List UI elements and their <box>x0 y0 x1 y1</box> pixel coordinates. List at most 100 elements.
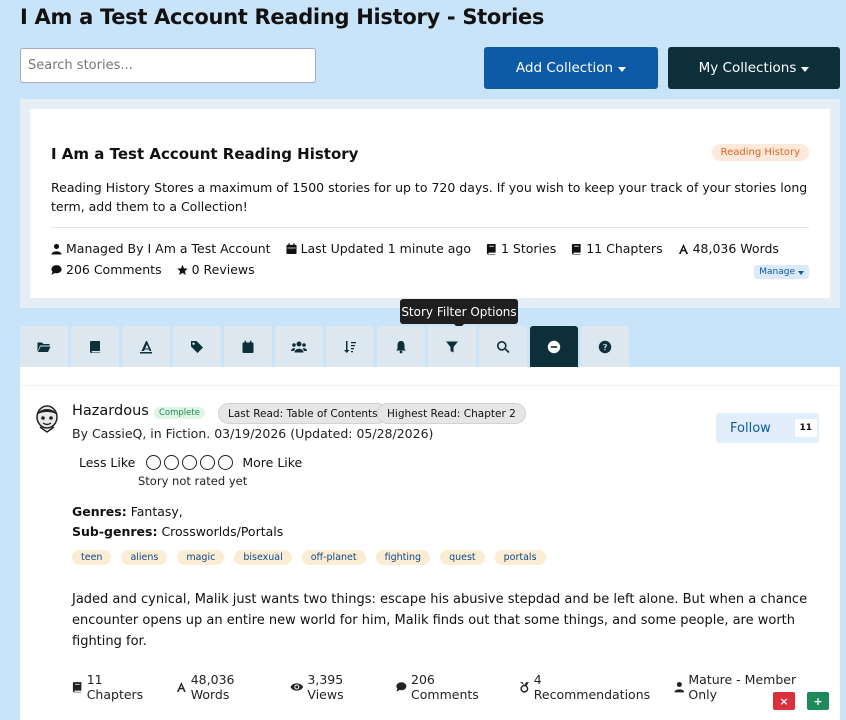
stat-content-rating-text: Mature - Member Only <box>688 672 797 702</box>
tab-search[interactable] <box>479 326 527 367</box>
manage-label: Manage <box>759 267 795 277</box>
tab-quill[interactable] <box>122 326 170 367</box>
last-updated-text: Last Updated 1 minute ago <box>300 241 471 256</box>
book-icon <box>72 682 82 693</box>
words-count-text: 48,036 Words <box>692 241 779 256</box>
highest-read-button[interactable]: Highest Read: Chapter 2 <box>377 403 526 424</box>
search-icon <box>496 340 510 353</box>
tag[interactable]: teen <box>72 550 112 565</box>
genres: Genres: Fantasy, <box>72 504 183 519</box>
reviews-count-text: 0 Reviews <box>191 262 255 277</box>
tags-icon <box>191 340 203 353</box>
follow-label: Follow <box>730 420 771 436</box>
calendar-icon <box>242 340 254 353</box>
tag[interactable]: magic <box>177 550 225 565</box>
tab-folder[interactable] <box>20 326 68 367</box>
rating-note: Story not rated yet <box>138 474 248 488</box>
stories-count-text: 1 Stories <box>500 241 557 256</box>
rating-circle-4[interactable] <box>200 455 216 470</box>
collection-meta-row-2: 206 Comments 0 Reviews <box>51 262 270 277</box>
last-read-button[interactable]: Last Read: Table of Contents <box>218 403 388 424</box>
rating-circle-2[interactable] <box>164 455 180 470</box>
stat-content-rating: Mature - Member Only <box>674 672 825 702</box>
collection-meta-row: Managed By I Am a Test Account Last Upda… <box>51 241 794 256</box>
caret-down-icon <box>798 270 804 275</box>
font-icon <box>176 682 186 692</box>
font-icon <box>678 243 688 254</box>
stat-words-text: 48,036 Words <box>190 672 235 702</box>
more-like-label: More Like <box>242 455 303 470</box>
rating-circle-5[interactable] <box>218 455 234 470</box>
divider <box>51 227 809 228</box>
tab-book[interactable] <box>71 326 119 367</box>
filter-tooltip: Story Filter Options <box>400 299 518 329</box>
book-icon <box>90 340 100 353</box>
folder-icon <box>37 342 51 352</box>
my-collections-button[interactable]: My Collections <box>668 47 840 89</box>
story-stats: 11 Chapters 48,036 Words 3,395 Views 206… <box>72 672 840 702</box>
tab-filter[interactable] <box>428 326 476 367</box>
tab-sort[interactable] <box>326 326 374 367</box>
chapters-count-text: 11 Chapters <box>586 241 663 256</box>
my-collections-label: My Collections <box>698 60 797 76</box>
tab-bell[interactable] <box>377 326 425 367</box>
stat-chapters: 11 Chapters <box>72 672 161 702</box>
tag[interactable]: portals <box>494 550 546 565</box>
genres-value[interactable]: Fantasy, <box>131 504 183 519</box>
eye-icon <box>290 683 303 691</box>
story-toolbar <box>20 326 632 367</box>
collection-card: I Am a Test Account Reading History Read… <box>30 109 830 298</box>
tag[interactable]: fighting <box>375 550 431 565</box>
bell-icon <box>396 340 406 353</box>
comment-icon <box>51 264 62 275</box>
quill-icon <box>140 340 152 353</box>
user-icon <box>51 243 62 254</box>
caret-down-icon <box>801 66 810 72</box>
stat-recommendations-text: 4 Recommendations <box>533 672 651 702</box>
add-story-button[interactable]: + <box>807 692 829 710</box>
words-count: 48,036 Words <box>678 241 779 256</box>
stat-words: 48,036 Words <box>176 672 275 702</box>
tag[interactable]: bisexual <box>234 550 292 565</box>
tag[interactable]: off-planet <box>301 550 366 565</box>
search-input[interactable] <box>20 48 316 83</box>
avatar[interactable] <box>35 405 59 433</box>
rating-circle-1[interactable] <box>146 455 162 470</box>
subgenres: Sub-genres: Crossworlds/Portals <box>72 524 283 539</box>
stat-recommendations: 4 Recommendations <box>519 672 659 702</box>
managed-by: Managed By I Am a Test Account <box>51 241 271 256</box>
tab-help[interactable] <box>581 326 629 367</box>
manage-button[interactable]: Manage <box>754 265 809 279</box>
tag[interactable]: quest <box>440 550 485 565</box>
tab-tags[interactable] <box>173 326 221 367</box>
story-title-link[interactable]: Hazardous <box>72 403 149 419</box>
stat-comments-text: 206 Comments <box>411 672 479 702</box>
follow-count: 11 <box>794 419 817 437</box>
rating-circle-3[interactable] <box>182 455 198 470</box>
minus-circle-icon <box>547 340 561 353</box>
calendar-icon <box>286 243 297 254</box>
follow-button[interactable]: Follow 11 <box>716 413 819 443</box>
tab-users[interactable] <box>275 326 323 367</box>
chapters-count: 11 Chapters <box>571 241 663 256</box>
remove-story-button[interactable]: × <box>773 692 795 710</box>
stat-chapters-text: 11 Chapters <box>86 672 144 702</box>
genres-label: Genres: <box>72 504 127 519</box>
managed-by-text: Managed By I Am a Test Account <box>66 241 271 256</box>
tab-calendar[interactable] <box>224 326 272 367</box>
caret-down-icon <box>618 66 627 72</box>
filter-icon <box>446 341 458 352</box>
rating-circles <box>146 455 234 470</box>
stories-count: 1 Stories <box>486 241 556 256</box>
page-title: I Am a Test Account Reading History - St… <box>20 5 545 29</box>
tag-list: teen aliens magic bisexual off-planet fi… <box>72 550 546 565</box>
tab-remove[interactable] <box>530 326 578 367</box>
last-updated: Last Updated 1 minute ago <box>286 241 471 256</box>
tag[interactable]: aliens <box>121 550 168 565</box>
story-list: Hazardous Complete Last Read: Table of C… <box>20 367 840 720</box>
stat-views: 3,395 Views <box>290 672 382 702</box>
subgenres-value[interactable]: Crossworlds/Portals <box>161 524 283 539</box>
add-collection-button[interactable]: Add Collection <box>484 47 658 89</box>
collection-panel: I Am a Test Account Reading History Read… <box>20 99 840 308</box>
status-badge: Complete <box>154 407 205 419</box>
